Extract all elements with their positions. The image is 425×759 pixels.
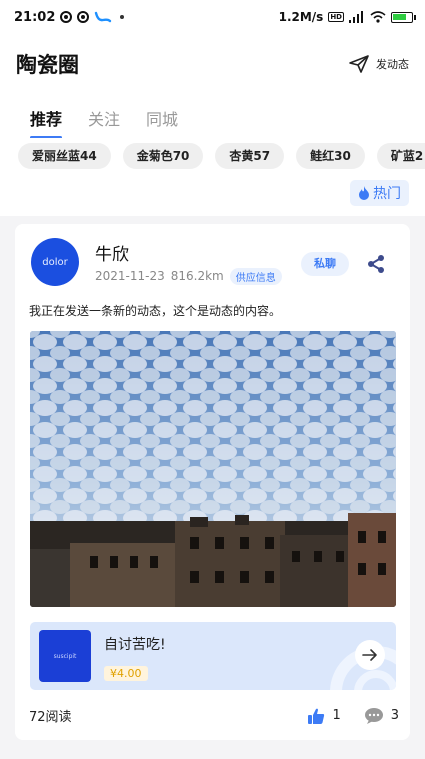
app-header: 陶瓷圈 发动态 — [0, 34, 425, 94]
post-date: 2021-11-23 — [95, 269, 165, 283]
app-notification-icon — [95, 11, 112, 23]
chip-item[interactable]: 矿蓝2 — [376, 143, 425, 169]
tab-recommend[interactable]: 推荐 — [30, 94, 63, 139]
chip-item[interactable]: 金菊色70 — [122, 143, 204, 169]
battery-icon — [391, 11, 416, 23]
private-chat-button[interactable]: 私聊 — [301, 252, 349, 276]
notification-icon — [60, 11, 73, 23]
author-name[interactable]: 牛欣 — [95, 240, 282, 265]
hd-badge-icon: HD — [328, 12, 344, 22]
chip-item[interactable]: 杏黄57 — [215, 143, 285, 169]
post-card[interactable]: dolor 牛欣 2021-11-23 816.2km 供应信息 私聊 我正在发… — [15, 224, 410, 740]
tab-following[interactable]: 关注 — [88, 94, 120, 130]
chip-item[interactable]: 爱丽丝蓝44 — [18, 143, 111, 169]
hot-sort-button[interactable]: 热门 — [350, 180, 409, 206]
status-bar: 21:02 1.2M/s HD — [0, 0, 425, 34]
avatar[interactable]: dolor — [31, 238, 79, 286]
more-dot-icon — [120, 15, 125, 19]
linked-product-card[interactable]: suscipit 自讨苦吃! ¥4.00 — [30, 622, 396, 690]
product-thumbnail: suscipit — [39, 630, 91, 682]
feed-tabs: 推荐 关注 同城 — [0, 94, 425, 139]
post-author: dolor 牛欣 2021-11-23 816.2km 供应信息 — [31, 238, 282, 286]
chip-item[interactable]: 鲑红30 — [296, 143, 365, 169]
page-title: 陶瓷圈 — [16, 53, 79, 77]
product-name: 自讨苦吃! — [104, 637, 166, 653]
sort-row: 热门 — [0, 174, 425, 216]
tab-nearby[interactable]: 同城 — [146, 94, 178, 130]
product-price: ¥4.00 — [104, 666, 148, 681]
flame-icon — [359, 186, 369, 200]
like-count: 1 — [332, 708, 341, 723]
hot-sort-label: 热门 — [373, 186, 401, 202]
post-status-label: 发动态 — [376, 58, 409, 71]
notification-icon-2 — [77, 11, 90, 23]
status-time: 21:02 — [14, 9, 56, 25]
post-status-button[interactable]: 发动态 — [348, 54, 409, 74]
comment-icon[interactable] — [364, 707, 384, 725]
send-icon — [349, 55, 369, 73]
color-chip-list: 爱丽丝蓝44 金菊色70 杏黄57 鲑红30 矿蓝2 — [0, 138, 425, 174]
supply-tag: 供应信息 — [229, 267, 282, 285]
signal-icon — [349, 11, 363, 23]
thumbs-up-icon[interactable] — [307, 707, 325, 725]
read-count: 72阅读 — [29, 710, 72, 725]
product-open-button[interactable] — [355, 640, 385, 670]
comment-count: 3 — [390, 708, 399, 723]
arrow-right-icon — [362, 649, 377, 661]
post-image[interactable] — [30, 331, 396, 607]
wifi-icon — [370, 11, 386, 23]
share-icon[interactable] — [366, 254, 386, 274]
post-footer: 72阅读 1 3 — [29, 706, 399, 725]
post-content: 我正在发送一条新的动态，这个是动态的内容。 — [29, 304, 282, 318]
post-distance: 816.2km — [170, 269, 224, 283]
network-speed: 1.2M/s — [278, 10, 324, 24]
